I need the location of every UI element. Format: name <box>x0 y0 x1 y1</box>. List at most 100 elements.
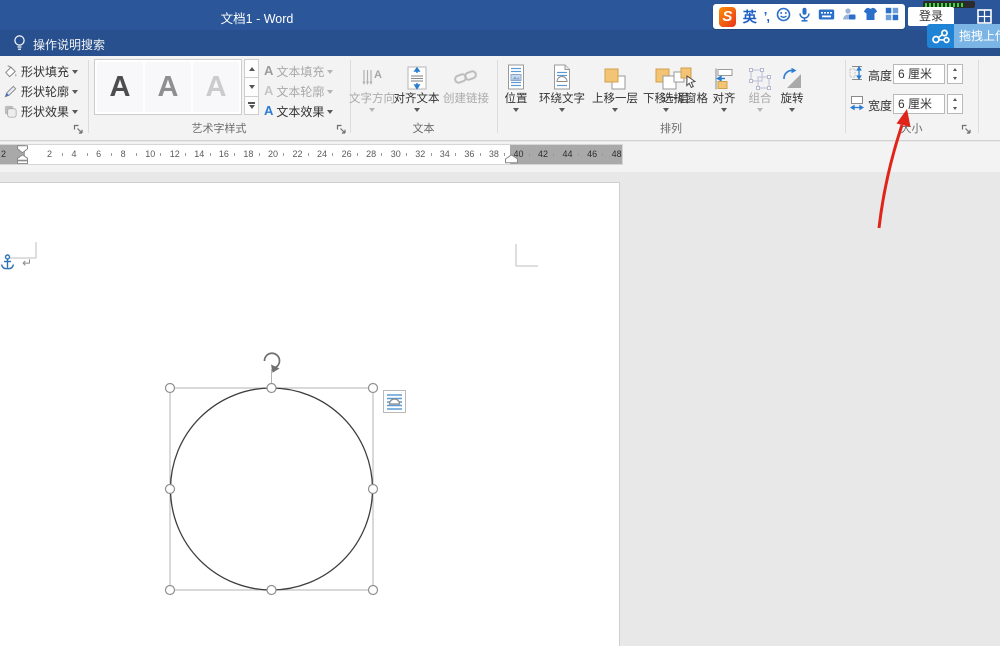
ruler-number: 2 <box>1 149 7 159</box>
ruler-tick <box>62 153 64 156</box>
selection-pane-button[interactable]: 选择窗格 <box>661 58 709 106</box>
text-direction-button[interactable]: A 文字方向 <box>349 58 395 112</box>
text-outline-button[interactable]: A 文本轮廓 <box>264 82 334 100</box>
ruler-number: 24 <box>317 149 328 159</box>
wordart-style-option[interactable]: A <box>97 62 143 112</box>
resize-handle-e[interactable] <box>367 483 379 495</box>
ruler-tick <box>430 153 432 156</box>
netdisk-upload-label[interactable]: 拖拽上传 <box>954 24 1000 48</box>
wordart-gallery-scroll[interactable] <box>244 59 259 115</box>
ruler-number: 22 <box>292 149 303 159</box>
ruler-number: 26 <box>341 149 352 159</box>
group-objects-button[interactable]: 组合 <box>744 58 776 112</box>
tell-me-search-label[interactable]: 操作说明搜索 <box>33 36 105 53</box>
chevron-down-icon <box>72 110 79 114</box>
shape-styles-dialog-launcher[interactable] <box>73 122 85 134</box>
chevron-down-icon <box>72 90 79 94</box>
width-spinner[interactable] <box>947 94 963 114</box>
resize-handle-nw[interactable] <box>164 382 176 394</box>
wordart-style-gallery[interactable]: A A A <box>94 59 242 115</box>
rotate-objects-button[interactable]: 旋转 <box>777 58 807 112</box>
text-effects-button[interactable]: A 文本效果 <box>264 102 334 120</box>
ruler-tick <box>356 153 358 156</box>
wordart-style-option[interactable]: A <box>193 62 239 112</box>
triangle-up-icon <box>953 98 957 101</box>
size-dialog-launcher[interactable] <box>961 122 973 134</box>
align-objects-button[interactable]: 对齐 <box>709 58 739 112</box>
height-spinner[interactable] <box>947 64 963 84</box>
indent-markers-left[interactable] <box>15 145 31 164</box>
resize-handle-s[interactable] <box>266 584 277 596</box>
align-text-button[interactable]: 对齐文本 <box>393 58 440 112</box>
ruler-tick <box>135 153 137 156</box>
text-direction-icon: A <box>360 58 384 91</box>
bring-forward-label: 上移一层 <box>592 93 638 105</box>
ruler-number: 12 <box>169 149 180 159</box>
shape-effects-button[interactable]: 形状效果 <box>3 102 79 120</box>
resize-handle-se[interactable] <box>367 584 379 596</box>
text-fill-button[interactable]: A 文本填充 <box>264 62 334 80</box>
document-area[interactable]: ↵ <box>0 172 1000 646</box>
text-outline-icon: A <box>264 83 274 98</box>
ime-punctuation-icon[interactable]: ’, <box>764 9 770 24</box>
resize-handle-w[interactable] <box>164 483 176 495</box>
shape-height-input[interactable]: 6 厘米 <box>893 64 945 84</box>
tell-me-bar[interactable]: 操作说明搜索 <box>0 30 1000 56</box>
shape-fill-label: 形状填充 <box>21 64 70 79</box>
ime-tshirt-icon[interactable] <box>863 7 878 26</box>
rotation-handle[interactable] <box>263 352 281 373</box>
gallery-more-button[interactable] <box>244 96 259 115</box>
spin-up-button[interactable] <box>948 95 962 104</box>
wordart-dialog-launcher[interactable] <box>336 122 348 134</box>
shape-fill-button[interactable]: 形状填充 <box>3 62 79 80</box>
triangle-down-icon <box>953 107 957 110</box>
spin-down-button[interactable] <box>948 104 962 113</box>
resize-handle-ne[interactable] <box>367 382 379 394</box>
position-icon <box>505 58 527 91</box>
bring-forward-button[interactable]: 上移一层 <box>590 58 640 112</box>
text-fill-label: 文本填充 <box>276 64 325 79</box>
ime-emoji-icon[interactable] <box>776 7 791 27</box>
link-icon <box>453 58 479 91</box>
pencil-icon <box>4 85 17 97</box>
ruler-number: 6 <box>96 149 102 159</box>
gallery-scroll-down-button[interactable] <box>244 78 259 97</box>
gallery-scroll-up-button[interactable] <box>244 59 259 79</box>
shape-outline-button[interactable]: 形状轮廓 <box>3 82 79 100</box>
ime-voice-icon[interactable] <box>798 7 811 27</box>
circle-shape[interactable] <box>169 387 374 591</box>
ime-skin-account-icon[interactable] <box>842 7 856 26</box>
create-link-button[interactable]: 创建链接 <box>441 58 491 106</box>
ruler-tick <box>209 153 211 156</box>
shape-height-label: 高度: <box>868 69 896 83</box>
ruler-tick <box>111 153 113 156</box>
spin-down-button[interactable] <box>948 74 962 83</box>
ruler-tick <box>405 153 407 156</box>
ime-keyboard-icon[interactable] <box>818 8 835 26</box>
ruler-strip[interactable]: 2 4 6 8 10 12 14 16 18 20 22 24 26 28 30 32 34 36 38 40 42 44… <box>0 145 622 164</box>
text-boundary-mark-right <box>515 244 538 267</box>
layout-options-button[interactable] <box>383 390 406 413</box>
ruler-tick <box>185 153 187 156</box>
rotate-objects-label: 旋转 <box>780 93 804 105</box>
chevron-down-icon <box>663 108 669 112</box>
netdisk-upload-widget[interactable]: 拖拽上传 <box>927 24 1000 48</box>
spin-up-button[interactable] <box>948 65 962 74</box>
position-button[interactable]: 位置 <box>499 58 533 112</box>
sogou-logo-icon[interactable]: S <box>719 6 736 27</box>
ruler-number: 28 <box>366 149 377 159</box>
wordart-style-option[interactable]: A <box>145 62 191 112</box>
resize-handle-n[interactable] <box>266 382 277 394</box>
selected-circle-shape[interactable] <box>150 340 390 602</box>
ime-toolbox-icon[interactable] <box>885 7 899 26</box>
resize-handle-sw[interactable] <box>164 584 176 596</box>
sogou-ime-toolbar[interactable]: S 英 ’, <box>713 4 905 29</box>
ruler-number: 34 <box>439 149 450 159</box>
ime-language-mode[interactable]: 英 <box>743 7 757 27</box>
shape-effects-label: 形状效果 <box>21 104 70 119</box>
wrap-text-button[interactable]: 环绕文字 <box>535 58 589 112</box>
align-objects-label: 对齐 <box>712 93 736 105</box>
netdisk-logo-icon[interactable] <box>927 24 954 48</box>
ruler-number: 10 <box>145 149 156 159</box>
shape-width-input[interactable]: 6 厘米 <box>893 94 945 114</box>
